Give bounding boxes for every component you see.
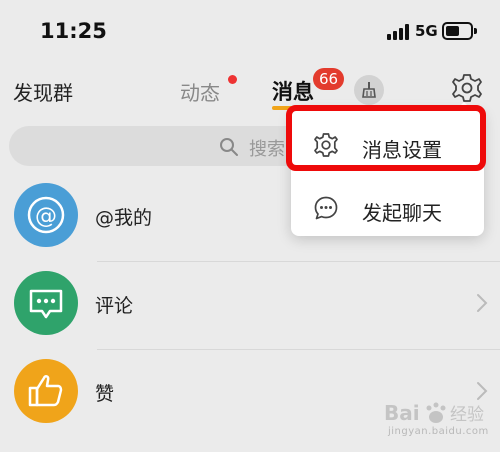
menu-item-label: 发起聊天: [362, 201, 442, 225]
discover-groups-link[interactable]: 发现群: [13, 77, 73, 106]
search-icon: [220, 138, 238, 156]
status-bar: 11:25 5G: [0, 0, 500, 62]
search-bar[interactable]: 搜索: [9, 126, 309, 166]
highlight-annotation-box: [286, 105, 486, 171]
tab-feed[interactable]: 动态: [180, 77, 220, 106]
network-label: 5G: [415, 22, 438, 40]
thumbs-up-icon: [14, 359, 78, 423]
battery-icon: [442, 22, 477, 40]
broom-icon[interactable]: [354, 75, 384, 105]
baidu-jingyan-watermark: Bai 经验 jingyan.baidu.com: [384, 400, 496, 444]
list-item-label: 赞: [95, 383, 115, 405]
tab-messages[interactable]: 消息: [272, 76, 314, 106]
svg-text:经验: 经验: [450, 405, 484, 425]
list-item-label: @我的: [95, 207, 153, 229]
at-icon: @: [14, 183, 78, 247]
comment-icon: [14, 271, 78, 335]
status-time: 11:25: [40, 19, 107, 43]
chat-bubble-icon: [314, 196, 338, 220]
chevron-right-icon: [477, 294, 488, 312]
list-item-comments[interactable]: 评论: [0, 262, 500, 350]
signal-icon: [387, 24, 409, 40]
svg-text:Bai: Bai: [384, 401, 420, 425]
settings-gear-icon[interactable]: [451, 72, 483, 104]
search-placeholder: 搜索: [249, 139, 285, 160]
watermark-url: jingyan.baidu.com: [388, 426, 489, 437]
feed-unread-dot: [228, 75, 237, 84]
svg-text:@: @: [35, 204, 57, 229]
messages-badge: 66: [313, 68, 344, 90]
menu-item-start-chat[interactable]: 发起聊天: [291, 179, 484, 235]
chevron-right-icon: [477, 382, 488, 400]
list-item-label: 评论: [95, 295, 134, 317]
baidu-logo-icon: Bai 经验: [384, 401, 484, 425]
